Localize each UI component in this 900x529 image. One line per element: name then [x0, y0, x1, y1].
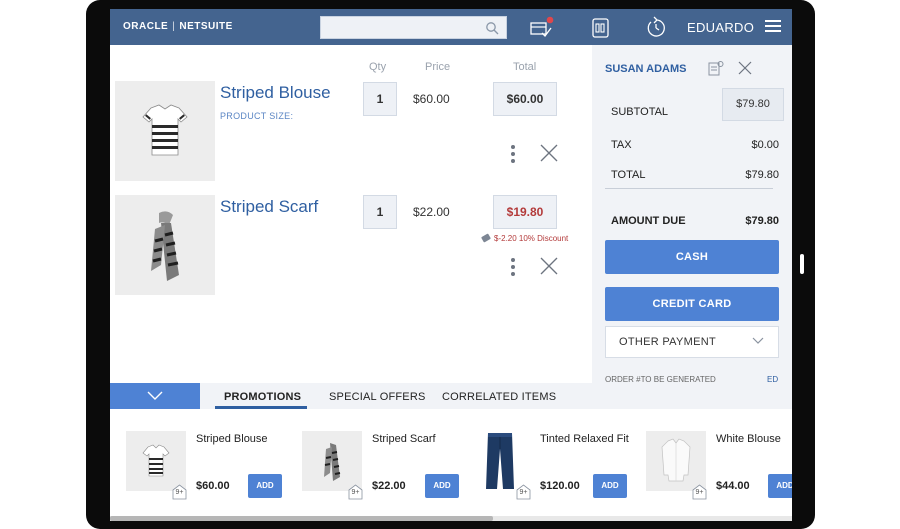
tab-promotions[interactable]: PROMOTIONS — [224, 391, 301, 403]
stock-badge: 9+ — [348, 484, 363, 500]
tax-label: TAX — [611, 139, 632, 151]
product-image[interactable] — [470, 431, 530, 491]
blouse-image[interactable] — [115, 81, 215, 181]
product-image[interactable] — [646, 431, 706, 491]
total-label: TOTAL — [611, 169, 646, 181]
quantity-field[interactable]: 1 — [363, 82, 397, 116]
blouse-illustration — [142, 104, 188, 156]
scarf-illustration — [151, 211, 179, 281]
cart-notification-icon[interactable] — [528, 16, 554, 40]
stock-count: 9+ — [695, 489, 704, 496]
total-value: $79.80 — [745, 169, 779, 181]
netsuite-logo: ORACLE | NETSUITE — [123, 21, 233, 32]
product-image[interactable] — [126, 431, 186, 491]
product-name[interactable]: Tinted Relaxed Fit — [540, 433, 629, 445]
amount-due-value: $79.80 — [745, 215, 779, 227]
register-icon[interactable] — [588, 16, 614, 40]
more-options-icon[interactable] — [511, 145, 515, 163]
remove-item-icon[interactable] — [540, 257, 558, 275]
stock-count: 9+ — [175, 489, 184, 496]
collapse-panel-button[interactable] — [110, 383, 200, 409]
product-image[interactable] — [302, 431, 362, 491]
column-total: Total — [513, 61, 537, 73]
add-product-button[interactable]: ADD — [593, 474, 627, 498]
product-name[interactable]: Striped Blouse — [196, 433, 268, 445]
scarf-image[interactable] — [115, 195, 215, 295]
add-product-button[interactable]: ADD — [248, 474, 282, 498]
other-payment-label: OTHER PAYMENT — [619, 336, 716, 348]
stock-count: 9+ — [519, 489, 528, 496]
search-box — [320, 16, 507, 39]
logo-product: NETSUITE — [179, 21, 233, 32]
product-price: $60.00 — [196, 480, 230, 492]
line-total[interactable]: $60.00 — [493, 82, 557, 116]
column-qty: Qty — [369, 61, 387, 73]
white-blouse-thumbnail — [661, 438, 691, 482]
credit-card-button[interactable]: CREDIT CARD — [605, 287, 779, 321]
tablet-home-indicator — [800, 254, 804, 274]
tab-correlated-items[interactable]: CORRELATED ITEMS — [442, 391, 556, 403]
close-customer-icon[interactable] — [738, 61, 752, 75]
product-carousel: 9+ Striped Blouse $60.00 ADD 9+ Striped … — [110, 409, 792, 521]
unit-price: $22.00 — [413, 205, 450, 219]
chevron-down-icon — [752, 337, 764, 344]
hamburger-menu-icon[interactable] — [765, 20, 781, 33]
add-product-button[interactable]: ADD — [768, 474, 792, 498]
quantity-field[interactable]: 1 — [363, 195, 397, 229]
discount-label: $-2.20 10% Discount — [481, 233, 569, 243]
subtotal-label: SUBTOTAL — [611, 106, 669, 118]
subtotal-value[interactable]: $79.80 — [722, 88, 784, 121]
search-input[interactable] — [321, 17, 506, 38]
order-summary-panel: SUSAN ADAMS SUBTOTAL $79.80 TAX $0.00 TO… — [592, 45, 792, 384]
blouse-thumbnail — [142, 444, 170, 477]
product-price: $22.00 — [372, 480, 406, 492]
product-price: $44.00 — [716, 480, 750, 492]
add-product-button[interactable]: ADD — [425, 474, 459, 498]
more-options-icon[interactable] — [511, 258, 515, 276]
column-price: Price — [425, 61, 451, 73]
pos-screen: ORACLE | NETSUITE EDUARDO Qty Price Total — [110, 9, 792, 521]
other-payment-dropdown[interactable]: OTHER PAYMENT — [605, 326, 779, 358]
tab-special-offers[interactable]: SPECIAL OFFERS — [329, 391, 426, 403]
customer-name[interactable]: SUSAN ADAMS — [605, 63, 687, 75]
history-icon[interactable] — [643, 16, 669, 40]
search-icon[interactable] — [485, 21, 499, 35]
stock-badge: 9+ — [516, 484, 531, 500]
stock-badge: 9+ — [692, 484, 707, 500]
tax-value: $0.00 — [751, 139, 779, 151]
amount-due-label: AMOUNT DUE — [611, 215, 686, 227]
stock-badge: 9+ — [172, 484, 187, 500]
discount-text: $-2.20 10% Discount — [494, 234, 569, 243]
jeans-thumbnail — [486, 433, 514, 489]
product-name[interactable]: Striped Scarf — [372, 433, 436, 445]
cash-button[interactable]: CASH — [605, 240, 779, 274]
logo-brand: ORACLE — [123, 21, 169, 32]
stock-count: 9+ — [351, 489, 360, 496]
summary-divider — [605, 188, 773, 189]
cart-item-subtitle: PRODUCT SIZE: — [220, 111, 294, 121]
scarf-thumbnail — [324, 443, 341, 481]
top-bar: ORACLE | NETSUITE EDUARDO — [110, 9, 792, 45]
chevron-down-icon — [147, 391, 163, 400]
product-name[interactable]: White Blouse — [716, 433, 781, 445]
horizontal-scrollbar-thumb[interactable] — [110, 516, 493, 521]
user-name[interactable]: EDUARDO — [687, 20, 754, 35]
remove-item-icon[interactable] — [540, 144, 558, 162]
cart-item-name[interactable]: Striped Scarf — [220, 197, 318, 217]
line-total[interactable]: $19.80 — [493, 195, 557, 229]
product-price: $120.00 — [540, 480, 580, 492]
customer-card-icon[interactable] — [708, 60, 724, 76]
price-tag-icon — [481, 233, 491, 243]
cart-item-name[interactable]: Striped Blouse — [220, 83, 331, 103]
unit-price: $60.00 — [413, 92, 450, 106]
